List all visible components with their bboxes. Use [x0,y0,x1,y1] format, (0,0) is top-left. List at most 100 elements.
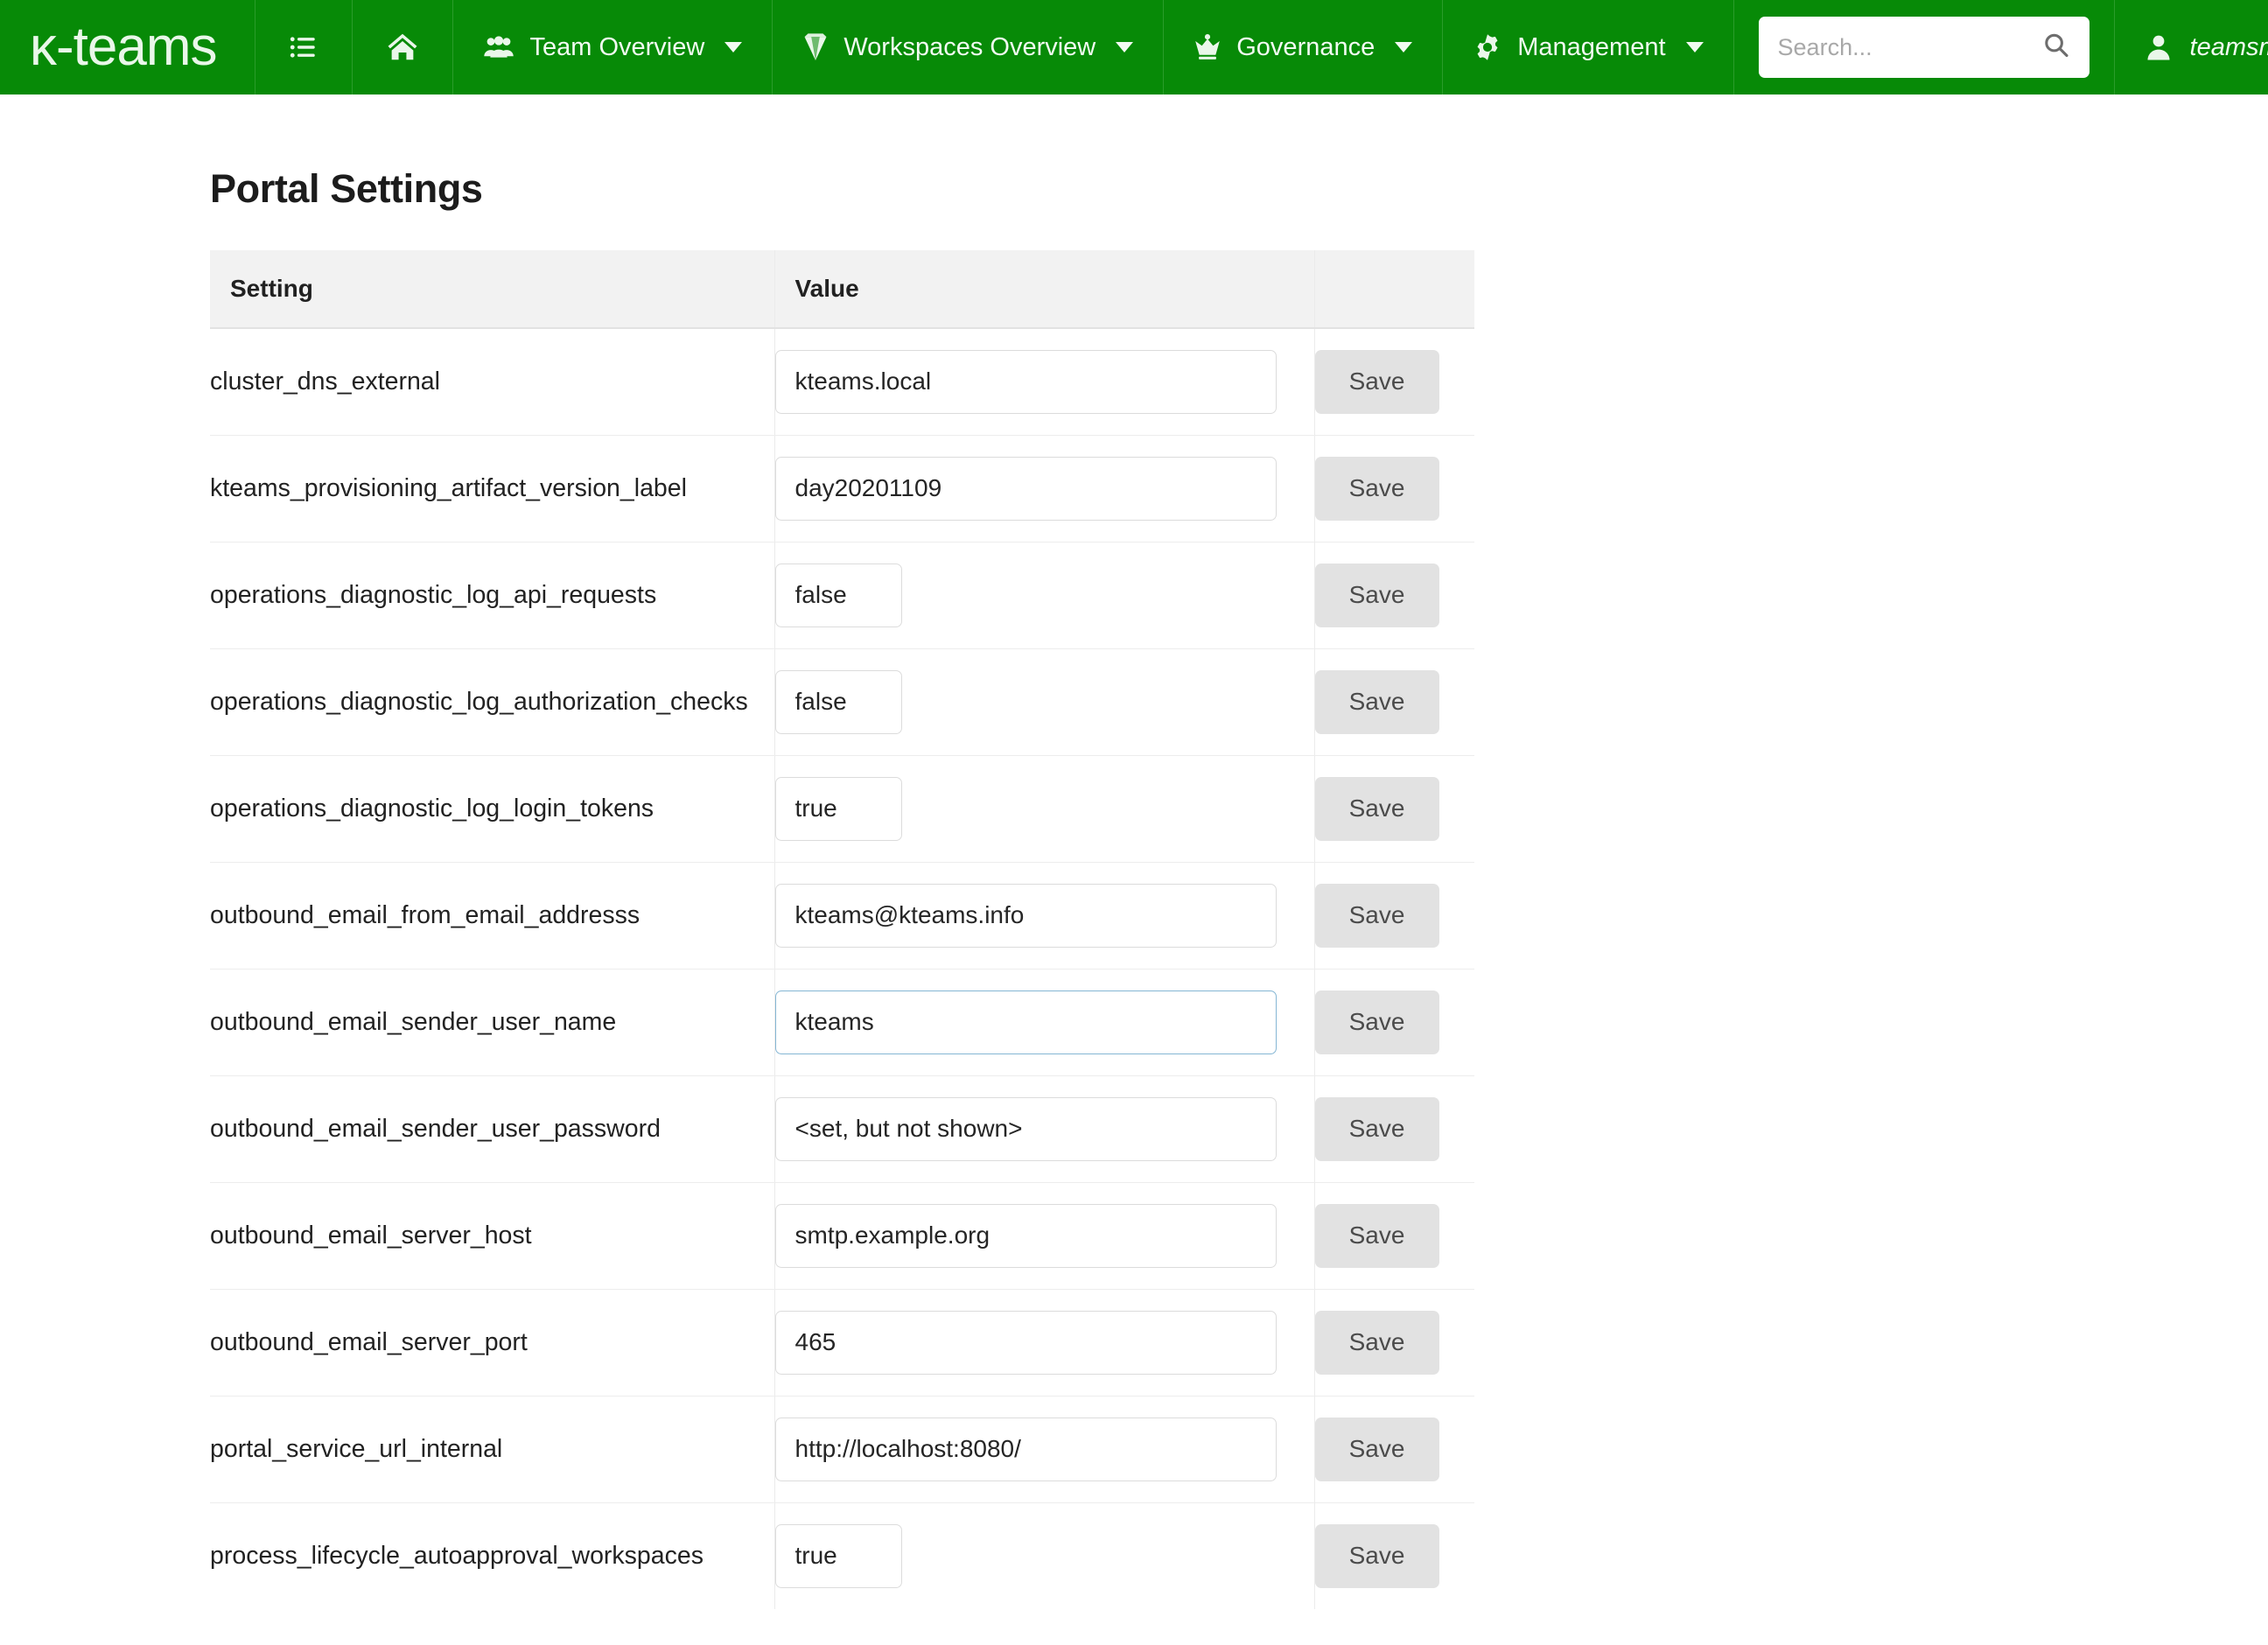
search-container [1734,0,2115,94]
table-header-row: Setting Value [210,250,1474,329]
setting-name-cell: portal_service_url_internal [210,1396,775,1503]
setting-value-cell [774,1075,1315,1183]
save-button[interactable]: Save [1314,563,1439,627]
setting-value-cell [774,969,1315,1076]
nav-item-label: Team Overview [529,32,705,61]
table-row: outbound_email_sender_user_password Save [210,1075,1474,1183]
setting-name-cell: operations_diagnostic_log_login_tokens [210,755,775,863]
portal-settings-table: Setting Value cluster_dns_external Save kt… [210,250,1474,1609]
table-row: cluster_dns_external Save [210,328,1474,436]
setting-value-input[interactable] [774,776,902,841]
save-button[interactable]: Save [1314,1417,1439,1481]
save-button[interactable]: Save [1314,349,1439,414]
column-header-value: Value [774,250,1315,329]
setting-value-cell [774,435,1315,542]
nav-item-governance[interactable]: Governance [1164,0,1444,94]
nav-item-label: Workspaces Overview [844,32,1096,61]
table-row: portal_service_url_internal Save [210,1396,1474,1503]
setting-action-cell: Save [1314,755,1474,863]
setting-value-input[interactable] [774,349,1277,414]
table-body: cluster_dns_external Save kteams_provision… [210,328,1474,1609]
setting-name-cell: process_lifecycle_autoapproval_workspace… [210,1502,775,1609]
setting-value-cell [774,755,1315,863]
setting-value-input[interactable] [774,883,1277,948]
chevron-down-icon [1116,42,1134,52]
user-name-label: teamsmar [2189,32,2268,61]
table-row: operations_diagnostic_log_login_tokens Sa… [210,755,1474,863]
save-button[interactable]: Save [1314,1523,1439,1588]
nav-item-label: Management [1517,32,1666,61]
save-button[interactable]: Save [1314,1203,1439,1268]
nav-item-management[interactable]: Management [1443,0,1734,94]
gear-icon [1473,32,1502,62]
setting-name-cell: outbound_email_sender_user_name [210,969,775,1076]
setting-value-input[interactable] [774,990,1277,1054]
setting-value-input[interactable] [774,1096,1277,1161]
setting-value-cell [774,648,1315,756]
setting-value-input[interactable] [774,1310,1277,1375]
setting-name-cell: outbound_email_sender_user_password [210,1075,775,1183]
table-row: operations_diagnostic_log_api_requests Sa… [210,542,1474,649]
nav-item-menu[interactable] [256,0,354,94]
save-button[interactable]: Save [1314,776,1439,841]
list-icon [289,32,318,62]
top-navigation-bar: κ-teams Team Overview Workspaces Overvie… [0,0,2268,94]
home-icon [386,31,419,64]
setting-name-cell: kteams_provisioning_artifact_version_lab… [210,435,775,542]
setting-value-input[interactable] [774,1417,1277,1481]
setting-value-input[interactable] [774,1203,1277,1268]
crown-icon [1194,33,1222,61]
column-header-setting: Setting [210,250,775,329]
setting-value-input[interactable] [774,669,902,734]
setting-value-cell [774,1289,1315,1396]
search-box[interactable] [1758,17,2090,78]
setting-value-cell [774,1182,1315,1290]
table-row: operations_diagnostic_log_authorization_… [210,648,1474,756]
diamond-icon [802,32,829,62]
save-button[interactable]: Save [1314,669,1439,734]
setting-value-input[interactable] [774,1523,902,1588]
setting-name-cell: operations_diagnostic_log_api_requests [210,542,775,649]
search-input[interactable] [1758,17,2090,78]
people-icon [483,34,514,60]
setting-action-cell: Save [1314,1396,1474,1503]
user-icon [2145,33,2173,61]
save-button[interactable]: Save [1314,883,1439,948]
main-content: Portal Settings Setting Value cluster_dn… [0,166,2268,1609]
setting-value-cell [774,1396,1315,1503]
table-row: outbound_email_from_email_addresss Save [210,862,1474,970]
table-row: outbound_email_server_port Save [210,1289,1474,1396]
setting-name-cell: operations_diagnostic_log_authorization_… [210,648,775,756]
save-button[interactable]: Save [1314,1310,1439,1375]
setting-action-cell: Save [1314,1182,1474,1290]
table-row: process_lifecycle_autoapproval_workspace… [210,1502,1474,1609]
nav-item-workspaces-overview[interactable]: Workspaces Overview [773,0,1165,94]
table-header: Setting Value [210,250,1474,329]
setting-name-cell: outbound_email_server_port [210,1289,775,1396]
setting-value-cell [774,542,1315,649]
search-icon[interactable] [2042,32,2070,64]
setting-value-cell [774,328,1315,436]
save-button[interactable]: Save [1314,456,1439,521]
setting-action-cell: Save [1314,1502,1474,1609]
setting-action-cell: Save [1314,328,1474,436]
setting-value-input[interactable] [774,456,1277,521]
chevron-down-icon [1685,42,1704,52]
setting-action-cell: Save [1314,1075,1474,1183]
setting-value-cell [774,862,1315,970]
setting-value-input[interactable] [774,563,902,627]
setting-value-cell [774,1502,1315,1609]
save-button[interactable]: Save [1314,990,1439,1054]
table-row: outbound_email_server_host Save [210,1182,1474,1290]
setting-name-cell: outbound_email_from_email_addresss [210,862,775,970]
setting-action-cell: Save [1314,1289,1474,1396]
nav-item-team-overview[interactable]: Team Overview [453,0,774,94]
save-button[interactable]: Save [1314,1096,1439,1161]
user-menu[interactable]: teamsmar [2115,0,2268,94]
setting-action-cell: Save [1314,435,1474,542]
brand-logo[interactable]: κ-teams [0,0,256,94]
setting-action-cell: Save [1314,542,1474,649]
nav-item-home[interactable] [353,0,454,94]
setting-action-cell: Save [1314,648,1474,756]
table-row: kteams_provisioning_artifact_version_lab… [210,435,1474,542]
